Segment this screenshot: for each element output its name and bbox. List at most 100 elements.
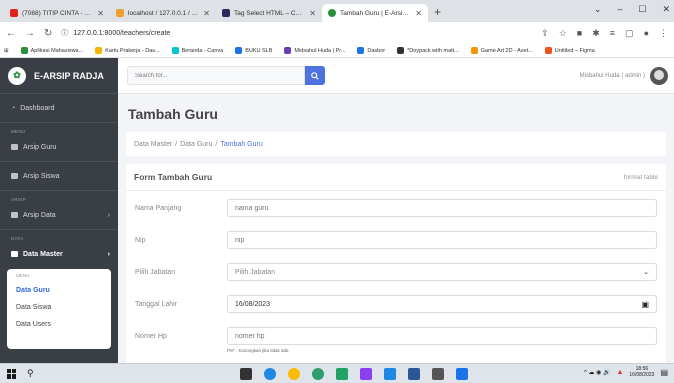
calendar-icon[interactable]: ▣ [641,300,649,309]
brand[interactable]: ✿ E-ARSIP RADJA [0,58,118,94]
app-icon[interactable] [456,368,468,380]
browser-tab-phpmyadmin[interactable]: localhost / 127.0.0.1 / arsip_app ✕ [110,4,216,22]
windows-start-icon[interactable] [7,368,17,379]
chrome-icon[interactable] [288,368,300,380]
user-menu[interactable]: Misbahul Huda ( admin ) [580,66,674,85]
bookmark-item[interactable]: Aplikasi Mahasiswa... [20,47,83,54]
bookmark-icon [235,47,243,54]
search-input[interactable] [127,66,305,85]
earsip-icon [328,9,336,17]
bookmark-icon [470,47,478,54]
minimize-button[interactable]: – [617,4,622,15]
sidebar-item-label: Arsip Data [23,211,56,219]
url-host: 127.0.0.1 [73,29,103,37]
nip-input[interactable] [227,231,657,249]
chevron-right-icon: › [107,250,110,258]
sidebar-item-data-master[interactable]: Data Master › [0,243,118,265]
close-icon[interactable]: ✕ [97,9,104,18]
format-table-link[interactable]: format table [624,174,658,181]
word-icon[interactable] [408,368,420,380]
more-icon[interactable]: ⋮ [659,28,668,39]
form-title: Form Tambah Guru [134,172,213,182]
folder-icon [11,212,18,218]
jabatan-label: Pilih Jabatan [135,269,176,276]
share-icon[interactable]: ⇪ [541,28,549,39]
sidebar-heading-arsip: ARSIP [11,196,27,202]
tray-icons[interactable]: ^ ☁ ◉ 🔊 [584,369,611,376]
hp-input[interactable] [227,327,657,345]
close-icon[interactable]: ✕ [203,9,210,18]
url-field[interactable]: ⓘ 127.0.0.1:8000/teachers/create [61,28,532,38]
back-button[interactable]: ← [6,28,16,39]
reading-list-icon[interactable]: ≡ [610,28,615,39]
browser-tab-tag-select[interactable]: Tag Select HTML – Cara Membua ✕ [216,4,322,22]
app-icon[interactable] [312,368,324,380]
tanggal-label: Tanggal Lahir [135,301,178,308]
breadcrumb-item[interactable]: Data Master [134,141,172,148]
bookmark-icon [357,47,365,54]
dashboard-icon: ◔ [11,104,16,112]
notification-icon[interactable]: ▤ [660,368,668,377]
topbar: Misbahul Huda ( admin ) [118,58,674,94]
address-bar-row: ← → ↻ ⓘ 127.0.0.1:8000/teachers/create ⇪… [0,22,674,44]
submenu-item-data-siswa[interactable]: Data Siswa [7,299,111,316]
sidebar-item-arsip-guru[interactable]: Arsip Guru [0,136,118,158]
chevron-down-icon[interactable]: ⌄ [594,4,602,15]
vscode-icon[interactable] [384,368,396,380]
bookmark-item[interactable]: Kartu Prakerja - Das... [95,47,160,54]
warning-icon[interactable]: ▲ [616,369,623,376]
bookmark-item[interactable]: Midsahul Huda | Pr... [284,47,345,54]
bookmark-item[interactable]: Untitled – Figma [544,47,595,54]
apps-grid-icon[interactable]: ⊞ [4,48,9,54]
tanggal-input[interactable]: 16/08/2023 ▣ [227,295,657,313]
puzzle-icon[interactable]: ✱ [592,28,600,39]
close-window-button[interactable]: ✕ [662,4,670,15]
reload-button[interactable]: ↻ [44,28,52,39]
form-row-hp: Nomer Hp PS* : Kosongkan jika tidak ada [126,327,666,353]
close-icon[interactable]: ✕ [309,9,316,18]
profile-icon[interactable]: ● [644,28,649,39]
brand-name: E-ARSIP RADJA [34,70,104,81]
sidebar-heading-data: DATA [11,235,24,241]
window-controls: ⌄ – ☐ ✕ [594,4,670,15]
browser-tab-youtube[interactable]: (7088) TITIP CINTA - H. ONA SU ✕ [4,4,110,22]
new-tab-button[interactable]: + [434,5,441,19]
submenu-item-data-guru[interactable]: Data Guru [7,282,111,299]
app-icon[interactable] [360,368,372,380]
close-icon[interactable]: ✕ [415,9,422,18]
submenu-heading: MENU: [16,273,31,278]
sidebar-item-arsip-siswa[interactable]: Arsip Siswa [0,165,118,187]
jabatan-select[interactable]: Pilih Jabatan ⌄ [227,263,657,281]
address-bar-actions: ⇪ ☆ ■ ✱ ≡ ▢ ● ⋮ [541,28,668,39]
clock-date: 16/08/2023 [629,372,655,378]
bookmark-label: Kartu Prakerja - Das... [105,47,160,54]
star-icon[interactable]: ☆ [559,28,567,39]
taskbar-search-icon[interactable]: ⚲ [27,368,34,379]
forward-button[interactable]: → [25,28,35,39]
submenu-item-data-users[interactable]: Data Users [7,316,111,333]
sidebar-item-dashboard[interactable]: ◔ Dashboard [0,97,118,119]
nama-input[interactable] [227,199,657,217]
bookmark-item[interactable]: Beranda - Canva [171,47,223,54]
taskbar-apps [240,368,468,380]
clock[interactable]: 18:56 16/08/2023 [629,366,654,378]
bookmark-item[interactable]: BUKU SLB [235,47,272,54]
bookmark-item[interactable]: Game Art 2D - Aset... [470,47,533,54]
app-icon[interactable] [432,368,444,380]
chevron-right-icon: › [107,211,110,219]
bookmark-item[interactable]: Dasbor [357,47,385,54]
bookmark-icon [20,47,28,54]
breadcrumb-item[interactable]: Data Guru [180,141,212,148]
sidebar-item-arsip-data[interactable]: Arsip Data › [0,204,118,226]
file-explorer-icon[interactable] [240,368,252,380]
sidepanel-icon[interactable]: ▢ [625,28,634,39]
excel-icon[interactable] [336,368,348,380]
search-button[interactable] [305,66,325,85]
edge-icon[interactable] [264,368,276,380]
browser-tab-tambah-guru[interactable]: Tambah Guru | E-Arsip Radja ✕ [322,4,428,22]
extension-icon[interactable]: ■ [577,28,582,39]
maximize-button[interactable]: ☐ [638,4,646,15]
form-row-nip: Nip [126,231,666,249]
phpmyadmin-icon [116,9,124,17]
bookmark-item[interactable]: *Doypack with matt... [397,47,459,54]
